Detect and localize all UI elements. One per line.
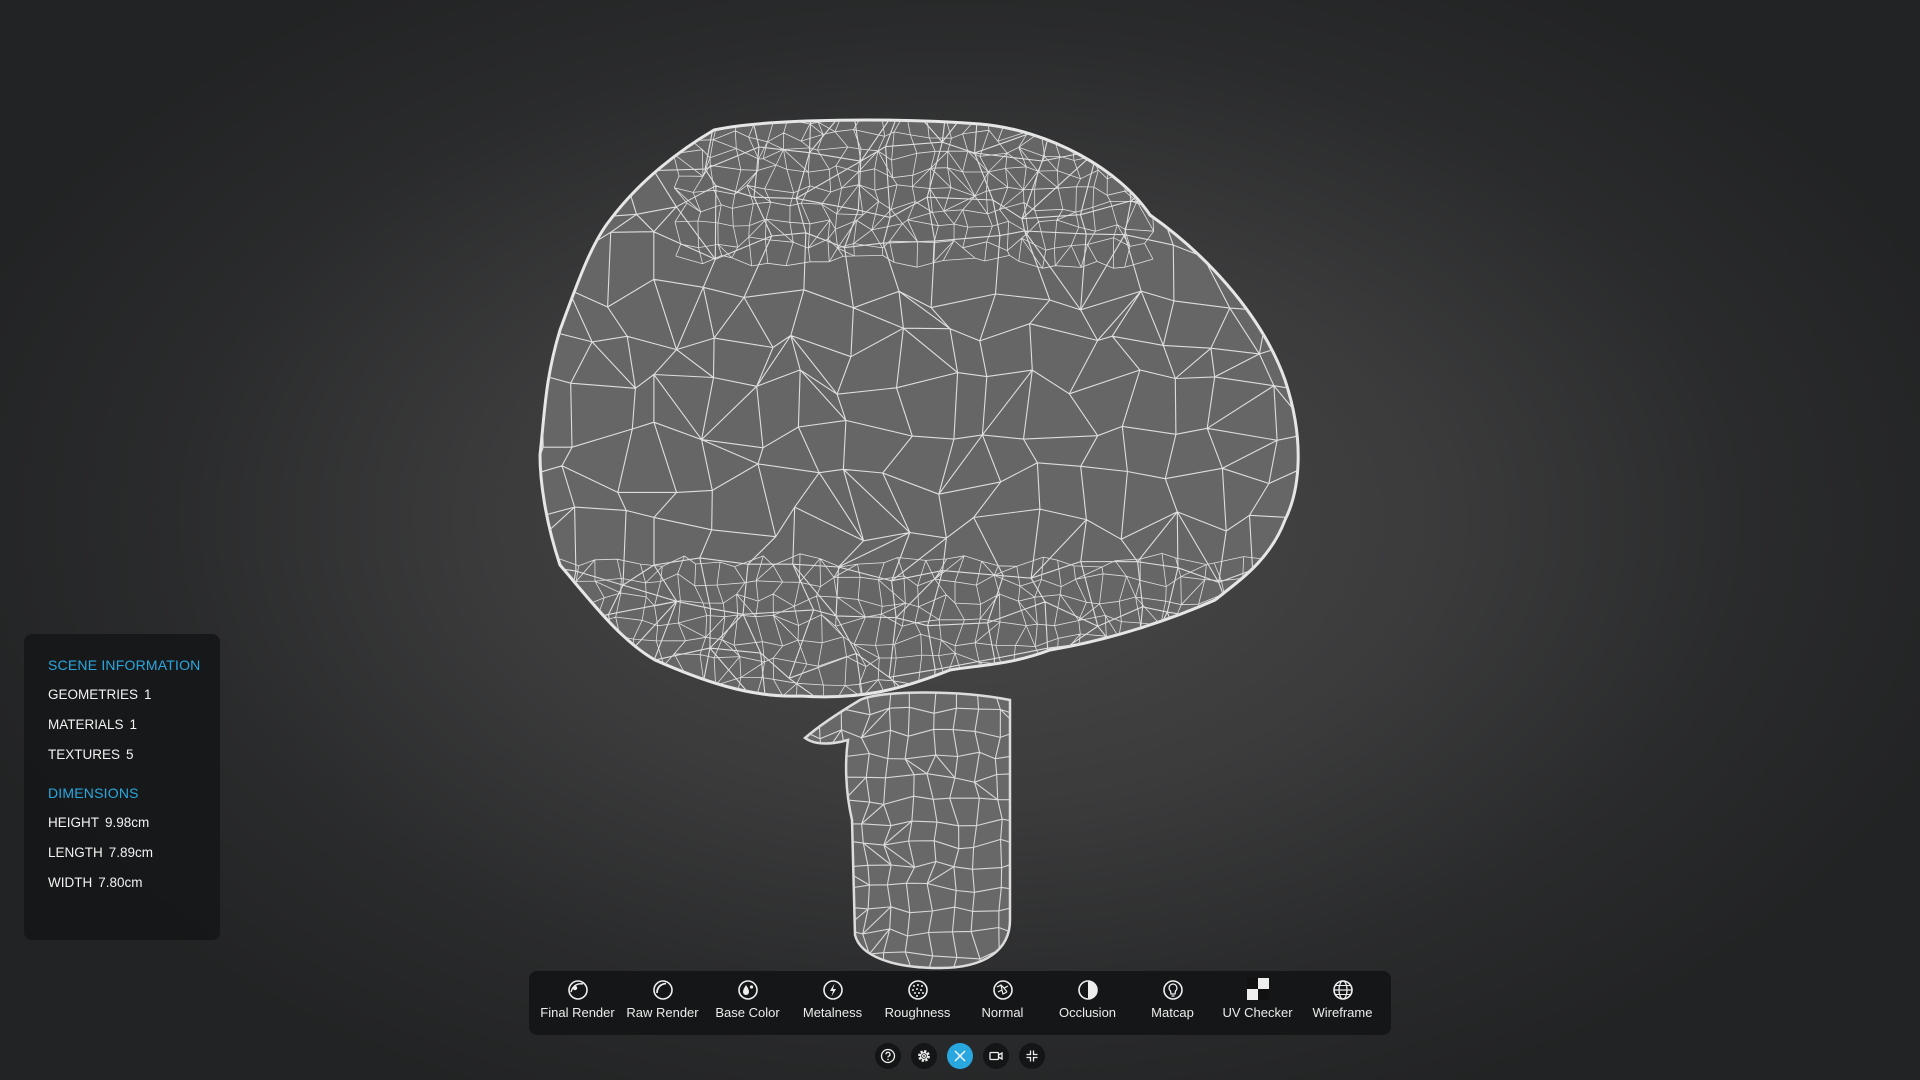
collapse-button[interactable] bbox=[1019, 1043, 1045, 1069]
geometries-value: 1 bbox=[144, 687, 152, 702]
settings-button[interactable] bbox=[911, 1043, 937, 1069]
help-icon bbox=[880, 1048, 896, 1064]
raw-render-label: Raw Render bbox=[626, 1005, 699, 1020]
roughness-label: Roughness bbox=[884, 1005, 951, 1020]
normal-label: Normal bbox=[981, 1005, 1024, 1020]
measure-button[interactable] bbox=[947, 1043, 973, 1069]
uv-checker-label: UV Checker bbox=[1222, 1005, 1293, 1020]
matcap-icon bbox=[1162, 980, 1183, 1000]
viewer-controls bbox=[0, 1043, 1920, 1069]
metalness-label: Metalness bbox=[802, 1005, 863, 1020]
materials-label: MATERIALS bbox=[48, 717, 124, 732]
height-row: HEIGHT 9.98cm bbox=[48, 814, 220, 832]
geometries-label: GEOMETRIES bbox=[48, 687, 139, 702]
measure-icon bbox=[954, 1050, 966, 1062]
materials-value: 1 bbox=[129, 717, 138, 732]
textures-value: 5 bbox=[126, 747, 134, 762]
roughness-icon bbox=[907, 980, 928, 1000]
base-color-icon bbox=[737, 980, 758, 1000]
length-row: LENGTH 7.89cm bbox=[48, 844, 220, 862]
width-value: 7.80cm bbox=[98, 875, 143, 890]
camera-icon bbox=[989, 1051, 1003, 1061]
final-render-button[interactable]: Final Render bbox=[535, 971, 620, 1035]
normal-button[interactable]: Normal bbox=[960, 971, 1045, 1035]
final-render-label: Final Render bbox=[540, 1005, 615, 1020]
gear-icon bbox=[918, 1050, 930, 1062]
metalness-icon bbox=[822, 980, 843, 1000]
length-value: 7.89cm bbox=[108, 845, 154, 860]
wireframe-label: Wireframe bbox=[1312, 1005, 1373, 1020]
raw-render-button[interactable]: Raw Render bbox=[620, 971, 705, 1035]
base-color-button[interactable]: Base Color bbox=[705, 971, 790, 1035]
help-button[interactable] bbox=[875, 1043, 901, 1069]
dimensions-title: DIMENSIONS bbox=[48, 785, 139, 801]
wireframe-icon bbox=[1332, 980, 1353, 1000]
height-value: 9.98cm bbox=[105, 815, 150, 830]
wireframe-button[interactable]: Wireframe bbox=[1300, 971, 1385, 1035]
3d-viewport[interactable] bbox=[0, 0, 1920, 1080]
length-label: LENGTH bbox=[48, 845, 103, 860]
final-render-icon bbox=[567, 980, 588, 1000]
materials-row: MATERIALS 1 bbox=[48, 716, 220, 734]
base-color-label: Base Color bbox=[715, 1005, 780, 1020]
width-label: WIDTH bbox=[48, 875, 93, 890]
occlusion-button[interactable]: Occlusion bbox=[1045, 971, 1130, 1035]
camera-button[interactable] bbox=[983, 1043, 1009, 1069]
width-row: WIDTH 7.80cm bbox=[48, 874, 220, 892]
textures-row: TEXTURES 5 bbox=[48, 746, 220, 764]
matcap-button[interactable]: Matcap bbox=[1130, 971, 1215, 1035]
geometries-row: GEOMETRIES 1 bbox=[48, 686, 220, 704]
scene-info-panel: SCENE INFORMATION GEOMETRIES 1 MATERIALS 1… bbox=[24, 634, 220, 940]
height-label: HEIGHT bbox=[48, 815, 100, 830]
textures-label: TEXTURES bbox=[48, 747, 121, 762]
collapse-icon bbox=[1026, 1050, 1038, 1062]
raw-render-icon bbox=[652, 980, 673, 1000]
metalness-button[interactable]: Metalness bbox=[790, 971, 875, 1035]
render-mode-toolbar: Final Render Raw Render Base Color Metal… bbox=[529, 971, 1391, 1035]
wireframe-model bbox=[538, 118, 1300, 970]
uv-checker-icon bbox=[1246, 978, 1269, 1000]
roughness-button[interactable]: Roughness bbox=[875, 971, 960, 1035]
scene-info-title: SCENE INFORMATION bbox=[48, 657, 201, 673]
occlusion-label: Occlusion bbox=[1058, 1005, 1117, 1020]
matcap-label: Matcap bbox=[1151, 1005, 1194, 1020]
occlusion-icon bbox=[1077, 980, 1098, 1000]
normal-icon bbox=[992, 980, 1013, 1000]
uv-checker-button[interactable]: UV Checker bbox=[1215, 971, 1300, 1035]
